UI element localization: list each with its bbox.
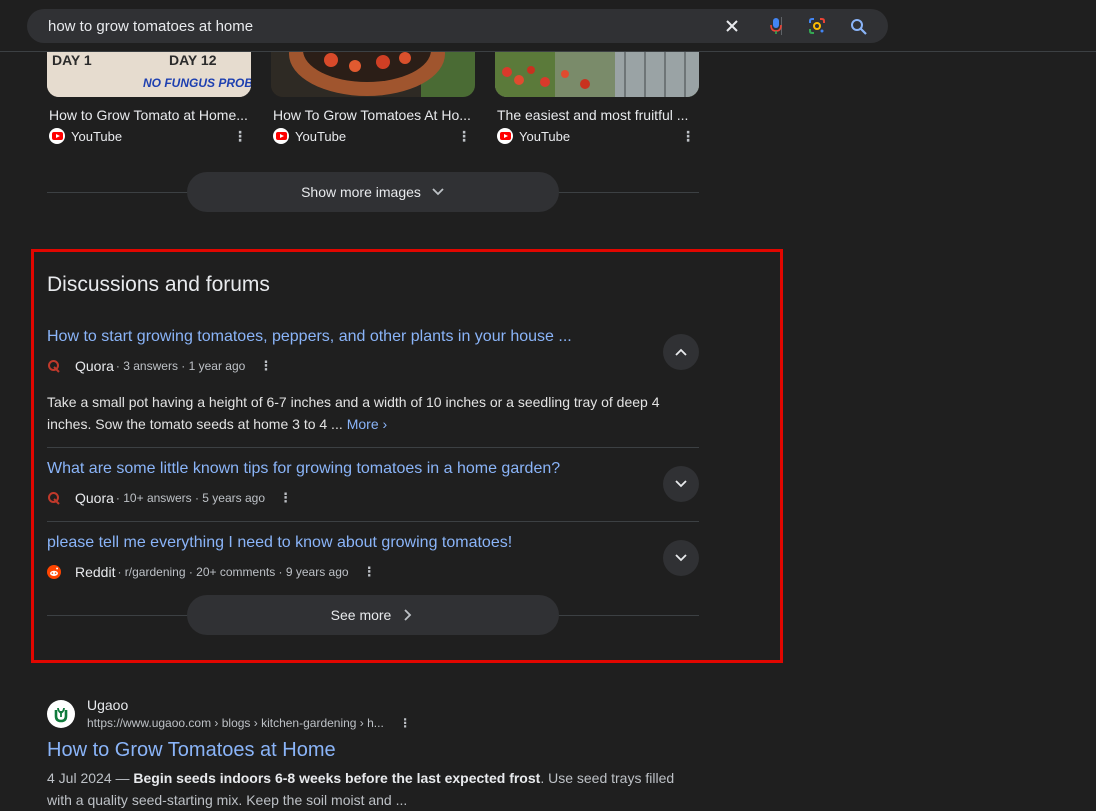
search-icon[interactable]	[848, 16, 868, 36]
youtube-icon	[49, 128, 65, 144]
more-options-icon[interactable]: ⋮	[279, 490, 292, 506]
video-source-3: YouTube	[497, 128, 570, 144]
more-options-icon[interactable]: ⋮	[233, 128, 247, 144]
thumb-day12-text: DAY 12	[169, 52, 217, 68]
video-thumbnail-1[interactable]: DAY 1 DAY 12 NO FUNGUS PROBLEM	[47, 52, 251, 97]
result-bold-text: Begin seeds indoors 6-8 weeks before the…	[133, 770, 541, 786]
clear-icon[interactable]	[722, 16, 742, 36]
site-name[interactable]: Ugaoo	[87, 697, 128, 713]
see-more-label: See more	[330, 607, 392, 623]
discussion-meta-2: Quora · 10+ answers · 5 years ago ⋮	[47, 490, 292, 506]
more-options-icon[interactable]: ⋮	[363, 564, 376, 580]
site-url[interactable]: https://www.ugaoo.com › blogs › kitchen-…	[87, 716, 411, 730]
quora-icon	[47, 359, 61, 373]
discussion-meta-1: Quora · 3 answers · 1 year ago ⋮	[47, 358, 272, 374]
voice-search-icon[interactable]	[766, 16, 786, 36]
lens-icon[interactable]	[807, 16, 827, 36]
search-box[interactable]: how to grow tomatoes at home	[27, 9, 888, 43]
video-title-1[interactable]: How to Grow Tomato at Home...	[49, 107, 253, 123]
video-source-1: YouTube	[49, 128, 122, 144]
discussion-info: · 10+ answers · 5 years ago	[115, 491, 265, 505]
site-favicon	[47, 700, 75, 728]
quora-icon	[47, 491, 61, 505]
discussion-source[interactable]: Reddit	[75, 564, 115, 580]
collapse-button[interactable]	[663, 334, 699, 370]
discussion-source[interactable]: Quora	[75, 490, 114, 506]
show-more-images-button[interactable]: Show more images	[187, 172, 559, 212]
video-source-label: YouTube	[295, 128, 347, 144]
chevron-right-icon	[401, 608, 415, 622]
thumb-day1-text: DAY 1	[52, 52, 92, 68]
discussion-info: · r/gardening · 20+ comments · 9 years a…	[117, 565, 349, 579]
more-options-icon[interactable]: ⋮	[259, 358, 272, 374]
discussion-snippet: Take a small pot having a height of 6-7 …	[47, 391, 687, 435]
expand-button[interactable]	[663, 466, 699, 502]
video-source-label: YouTube	[519, 128, 571, 144]
more-link[interactable]: More ›	[347, 416, 387, 432]
show-more-images-label: Show more images	[301, 184, 421, 200]
youtube-icon	[497, 128, 513, 144]
youtube-icon	[273, 128, 289, 144]
search-query[interactable]: how to grow tomatoes at home	[48, 18, 253, 35]
expand-button[interactable]	[663, 540, 699, 576]
result-date: 4 Jul 2024 —	[47, 770, 134, 786]
video-title-2[interactable]: How To Grow Tomatoes At Ho...	[273, 107, 477, 123]
video-thumbnail-3[interactable]	[495, 52, 699, 97]
see-more-button[interactable]: See more	[187, 595, 559, 635]
site-url-text: https://www.ugaoo.com › blogs › kitchen-…	[87, 716, 384, 730]
discussion-title-3[interactable]: please tell me everything I need to know…	[47, 534, 512, 552]
more-options-icon[interactable]: ⋮	[681, 128, 695, 144]
discussion-source[interactable]: Quora	[75, 358, 114, 374]
discussion-title-1[interactable]: How to start growing tomatoes, peppers, …	[47, 328, 572, 346]
video-source-2: YouTube	[273, 128, 346, 144]
discussion-meta-3: Reddit · r/gardening · 20+ comments · 9 …	[47, 564, 376, 580]
results-content: DAY 1 DAY 12 NO FUNGUS PROBLEM	[0, 52, 1096, 810]
top-bar: how to grow tomatoes at home	[0, 0, 1096, 52]
video-source-label: YouTube	[71, 128, 123, 144]
section-title: Discussions and forums	[47, 273, 270, 296]
more-options-icon[interactable]: ⋮	[457, 128, 471, 144]
discussion-title-2[interactable]: What are some little known tips for grow…	[47, 460, 560, 478]
chevron-down-icon	[431, 185, 445, 199]
chevron-down-icon	[675, 554, 687, 562]
video-thumbnail-2[interactable]	[271, 52, 475, 97]
divider	[47, 521, 699, 522]
chevron-down-icon	[675, 480, 687, 488]
discussion-info: · 3 answers · 1 year ago	[115, 359, 246, 373]
divider	[47, 447, 699, 448]
reddit-icon	[47, 565, 61, 579]
chevron-up-icon	[675, 348, 687, 356]
result-title[interactable]: How to Grow Tomatoes at Home	[47, 739, 336, 762]
more-options-icon[interactable]: ⋮	[399, 716, 411, 730]
result-snippet: 4 Jul 2024 — Begin seeds indoors 6-8 wee…	[47, 767, 697, 811]
thumb-caption-text: NO FUNGUS PROBLEM	[143, 76, 251, 90]
video-title-3[interactable]: The easiest and most fruitful ...	[497, 107, 701, 123]
